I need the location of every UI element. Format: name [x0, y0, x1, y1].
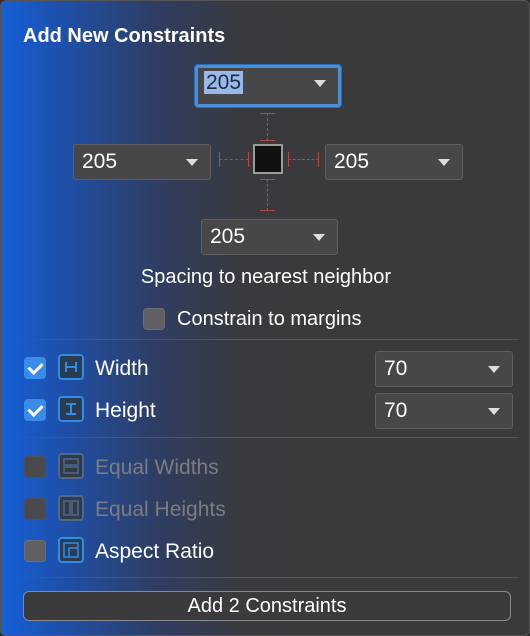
- bottom-strut-cap: [260, 179, 275, 180]
- right-strut[interactable]: [288, 159, 319, 160]
- chevron-down-icon: [488, 366, 500, 373]
- left-spacing-dropdown[interactable]: 205: [73, 144, 211, 180]
- top-strut-cap: [260, 113, 275, 114]
- chevron-down-icon: [314, 80, 326, 87]
- checkmark-icon: [27, 400, 44, 418]
- width-checkbox[interactable]: [24, 357, 46, 379]
- width-label[interactable]: Width: [95, 357, 149, 381]
- aspect-ratio-label[interactable]: Aspect Ratio: [95, 540, 214, 564]
- top-spacing-dropdown[interactable]: 205: [195, 65, 341, 107]
- left-strut-cap: [219, 152, 220, 167]
- constrain-to-margins-label[interactable]: Constrain to margins: [177, 308, 362, 331]
- divider: [11, 339, 519, 340]
- height-value-dropdown[interactable]: 70: [375, 393, 513, 429]
- bottom-spacing-value: 205: [210, 225, 246, 248]
- left-strut[interactable]: [219, 159, 249, 160]
- right-spacing-value: 205: [334, 150, 370, 173]
- equal-widths-label: Equal Widths: [95, 456, 219, 479]
- chevron-down-icon: [186, 159, 198, 166]
- chevron-down-icon: [438, 159, 450, 166]
- right-strut-cap: [288, 152, 289, 167]
- bottom-spacing-dropdown[interactable]: 205: [201, 219, 338, 255]
- top-strut[interactable]: [267, 113, 268, 141]
- panel-title: Add New Constraints: [23, 25, 226, 47]
- bottom-strut[interactable]: [267, 179, 268, 211]
- divider: [11, 437, 519, 438]
- bottom-strut-cap-2: [260, 210, 275, 211]
- chevron-down-icon: [313, 234, 325, 241]
- add-constraints-button[interactable]: Add 2 Constraints: [23, 591, 511, 621]
- equal-heights-label: Equal Heights: [95, 498, 226, 521]
- equal-widths-icon: [58, 453, 84, 479]
- chevron-down-icon: [488, 408, 500, 415]
- height-icon: [58, 396, 84, 422]
- add-constraints-panel: Add New Constraints 205 205 205 205 Spac…: [0, 0, 530, 636]
- width-value: 70: [384, 357, 408, 380]
- divider: [11, 577, 519, 578]
- constrain-to-margins-checkbox[interactable]: [143, 308, 165, 330]
- left-strut-cap-2: [248, 152, 249, 167]
- equal-widths-checkbox[interactable]: [24, 456, 46, 478]
- top-strut-cap-2: [260, 140, 275, 141]
- equal-heights-checkbox[interactable]: [24, 498, 46, 520]
- checkmark-icon: [27, 358, 44, 376]
- width-value-dropdown[interactable]: 70: [375, 351, 513, 387]
- right-strut-cap-2: [318, 152, 319, 167]
- height-value: 70: [384, 399, 408, 422]
- width-icon: [58, 354, 84, 380]
- height-checkbox[interactable]: [24, 399, 46, 421]
- height-label[interactable]: Height: [95, 399, 156, 423]
- top-spacing-value[interactable]: 205: [204, 71, 244, 94]
- left-spacing-value: 205: [82, 150, 118, 173]
- equal-heights-icon: [58, 495, 84, 521]
- spacing-caption: Spacing to nearest neighbor: [140, 266, 392, 288]
- aspect-ratio-icon: [58, 537, 84, 563]
- aspect-ratio-checkbox[interactable]: [24, 540, 46, 562]
- view-preview-box: [253, 144, 283, 174]
- right-spacing-dropdown[interactable]: 205: [325, 144, 463, 180]
